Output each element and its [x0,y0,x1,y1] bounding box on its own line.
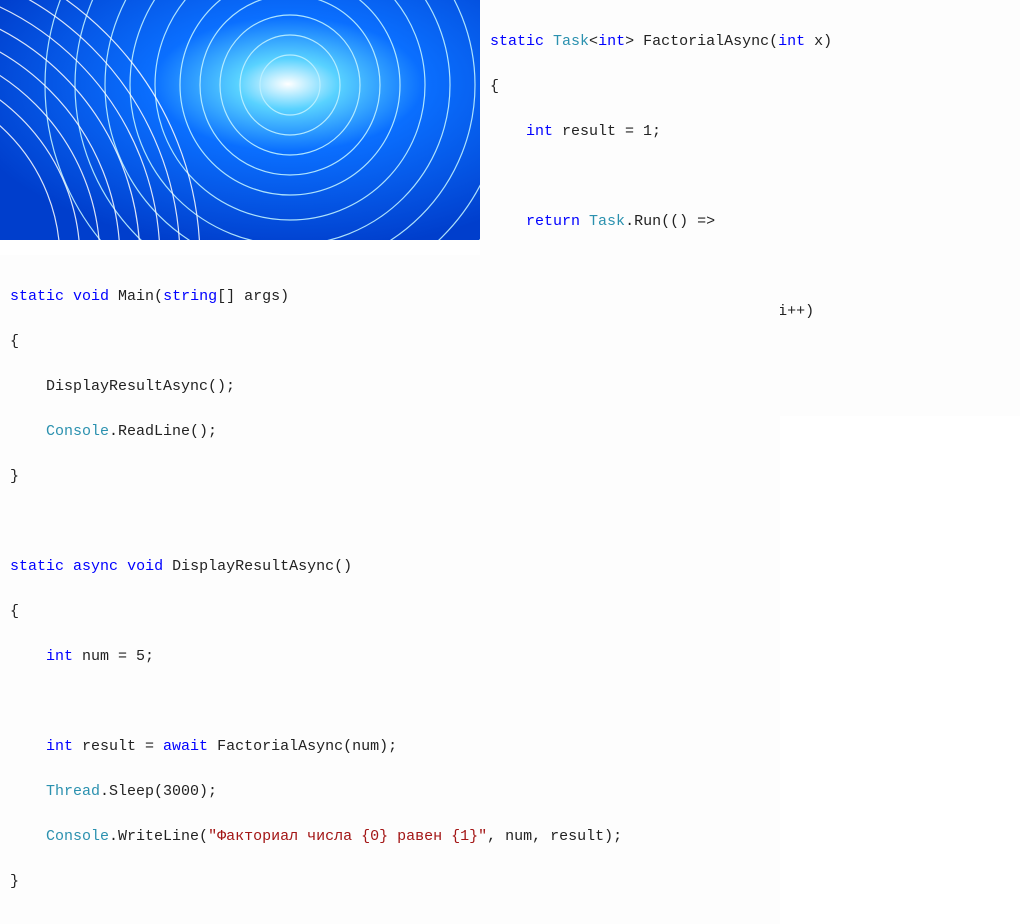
code-line: Console.ReadLine(); [10,421,770,444]
code-line: { [490,76,1010,99]
background-waves [0,0,480,240]
code-line: static Task<int> FactorialAsync(int x) [490,31,1010,54]
code-line: static void Main(string[] args) [10,286,770,309]
code-line: return Task.Run(() => [490,211,1010,234]
code-line: int num = 5; [10,646,770,669]
code-line: DisplayResultAsync(); [10,376,770,399]
code-line: } [10,466,770,489]
code-line: Console.WriteLine("Факториал числа {0} р… [10,826,770,849]
code-line: Thread.Sleep(3000); [10,781,770,804]
code-line: int result = await FactorialAsync(num); [10,736,770,759]
code-line [490,166,1010,189]
code-line: int result = 1; [490,121,1010,144]
code-line: { [10,601,770,624]
code-line [10,691,770,714]
code-snippet-left: static void Main(string[] args) { Displa… [0,255,780,924]
code-line: } [10,871,770,894]
code-line: static async void DisplayResultAsync() [10,556,770,579]
code-line: { [10,331,770,354]
code-line [10,511,770,534]
